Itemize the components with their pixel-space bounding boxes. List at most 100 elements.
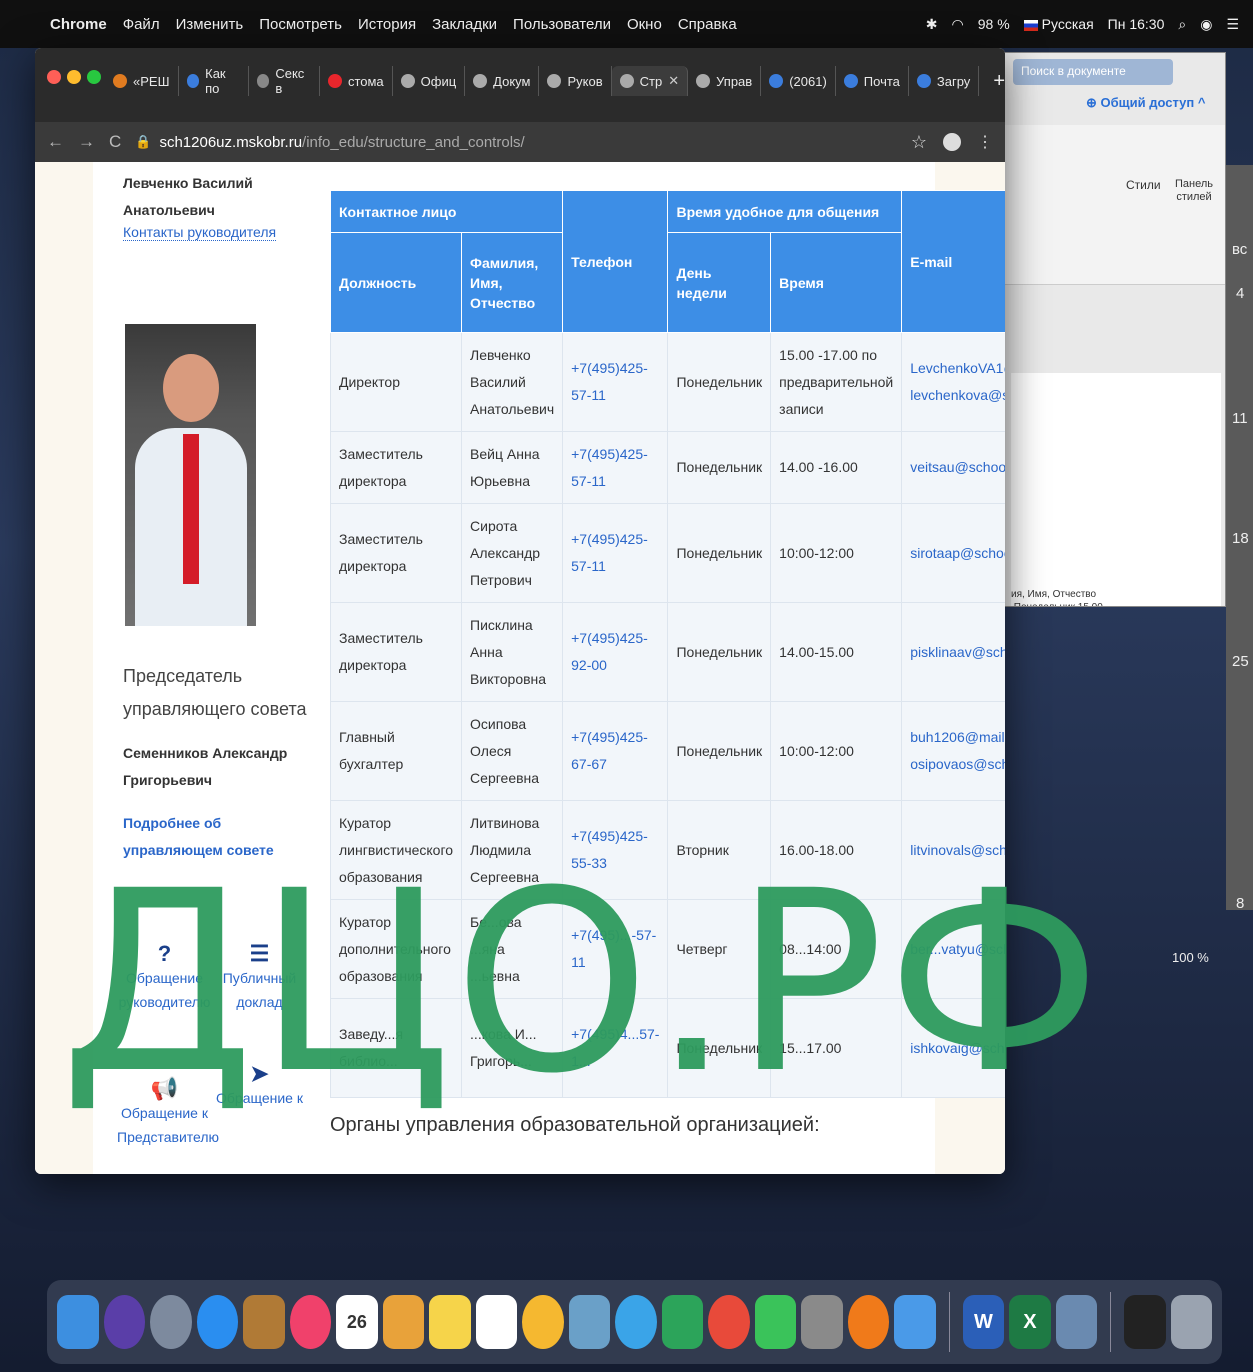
- messages-icon[interactable]: [615, 1295, 657, 1349]
- cell-email[interactable]: ber...vatyu@school1206...: [901, 899, 1005, 999]
- new-tab-button[interactable]: +: [993, 70, 1005, 93]
- table-row: Заведу...я библио... ...кова И... Григор…: [329, 998, 1005, 1098]
- trash-icon[interactable]: [1170, 1295, 1213, 1349]
- finder-icon[interactable]: [57, 1295, 99, 1349]
- forward-icon[interactable]: →: [78, 132, 95, 152]
- apple-icon[interactable]: [14, 14, 32, 34]
- cell-phone[interactable]: +7(495)425-92-00: [562, 602, 669, 702]
- quick-link-appeal-representative[interactable]: 📢 Обращение к Представителю: [117, 1077, 219, 1149]
- cell-phone[interactable]: +7(495)4...57-1...: [562, 998, 669, 1098]
- cell-email[interactable]: ishkovaig@school...: [901, 998, 1005, 1098]
- menu-item-bookmarks[interactable]: Закладки: [432, 16, 497, 33]
- tab[interactable]: Секс в: [249, 66, 320, 96]
- styles-panel-button[interactable]: Панель стилей: [1163, 178, 1225, 204]
- photos-icon[interactable]: [522, 1295, 564, 1349]
- tab[interactable]: Почта: [836, 66, 909, 96]
- facetime-icon[interactable]: [754, 1295, 797, 1349]
- menu-item-window[interactable]: Окно: [627, 16, 662, 33]
- numbers-icon[interactable]: [661, 1295, 704, 1349]
- minimize-window-button[interactable]: [67, 70, 81, 84]
- tab-label: Докум: [493, 73, 531, 89]
- table-row: Заместитель директора Писклина Анна Викт…: [329, 602, 1005, 702]
- tab[interactable]: Управ: [688, 66, 762, 96]
- url-field[interactable]: sch1206uz.mskobr.ru/info_edu/structure_a…: [159, 134, 524, 151]
- cell-phone[interactable]: +7(495)425-55-33: [562, 800, 669, 900]
- tab-favicon: [696, 74, 711, 88]
- document-icon: ☰: [249, 941, 270, 966]
- quick-link-appeal-director[interactable]: ? Обращение руководителю: [117, 942, 212, 1014]
- cell-email[interactable]: litvinovals@school1206.ru: [901, 800, 1005, 900]
- music-icon[interactable]: [289, 1295, 332, 1349]
- menu-item-view[interactable]: Посмотреть: [259, 16, 342, 33]
- siri-icon[interactable]: ◉: [1200, 16, 1212, 33]
- battery-level[interactable]: 98 %: [978, 16, 1010, 32]
- menu-item-file[interactable]: Файл: [123, 16, 160, 33]
- menu-item-history[interactable]: История: [358, 16, 416, 33]
- menu-item-chrome[interactable]: Chrome: [50, 16, 107, 33]
- chrome-menu-icon[interactable]: ⋮: [977, 132, 993, 152]
- word-page: [1011, 373, 1221, 606]
- menu-item-help[interactable]: Справка: [678, 16, 737, 33]
- tab[interactable]: Докум: [465, 66, 540, 96]
- downloads-stack-icon[interactable]: [1124, 1295, 1166, 1349]
- cell-phone[interactable]: +7(495)425-67-67: [562, 701, 669, 801]
- notification-center-icon[interactable]: ☰: [1226, 16, 1239, 33]
- council-details-link[interactable]: Подробнее об управляющем совете: [123, 810, 313, 864]
- reminders-icon[interactable]: [475, 1295, 518, 1349]
- lock-icon: 🔒: [135, 134, 152, 149]
- share-button[interactable]: ⊕ Общий доступ ^: [1086, 95, 1205, 111]
- menu-item-users[interactable]: Пользователи: [513, 16, 611, 33]
- contacts-icon[interactable]: [243, 1295, 285, 1349]
- siri-dock-icon[interactable]: [103, 1295, 146, 1349]
- tab[interactable]: Загру: [909, 66, 980, 96]
- reload-icon[interactable]: C: [109, 132, 121, 152]
- tab-active[interactable]: Стр ✕: [611, 66, 689, 96]
- excel-icon[interactable]: X: [1009, 1295, 1051, 1349]
- cell-email[interactable]: pisklinaav@school1206.ru: [901, 602, 1005, 702]
- tab-favicon: [186, 74, 200, 88]
- close-window-button[interactable]: [47, 70, 61, 84]
- maximize-window-button[interactable]: [87, 70, 101, 84]
- notes-app-icon[interactable]: [382, 1295, 425, 1349]
- word-search-input[interactable]: Поиск в документе: [1013, 59, 1173, 85]
- stickies-icon[interactable]: [429, 1295, 471, 1349]
- calendar-icon[interactable]: 26: [336, 1295, 378, 1349]
- quick-link-public-report[interactable]: ☰ Публичный доклад: [212, 942, 307, 1014]
- input-language[interactable]: Русская: [1023, 16, 1094, 32]
- wifi-icon[interactable]: ◠: [952, 16, 964, 33]
- tab[interactable]: (2061): [761, 66, 836, 96]
- director-contacts-link[interactable]: Контакты руководителя: [123, 224, 277, 241]
- cell-email[interactable]: sirotaap@school1206.ru: [901, 503, 1005, 603]
- menu-item-edit[interactable]: Изменить: [176, 16, 244, 33]
- tab[interactable]: Руков: [539, 66, 612, 96]
- bookmark-star-icon[interactable]: ☆: [911, 132, 927, 153]
- profile-avatar-icon[interactable]: [943, 133, 961, 151]
- launchpad-icon[interactable]: [150, 1295, 192, 1349]
- back-icon[interactable]: ←: [47, 132, 64, 152]
- calculator-icon[interactable]: [801, 1295, 843, 1349]
- cell-email[interactable]: buh1206@mail.ru osipovaos@school1206.ru: [901, 701, 1005, 801]
- cell-phone[interactable]: +7(495)425-57-11: [562, 431, 669, 504]
- cell-phone[interactable]: +7(495)...-57-11: [562, 899, 669, 999]
- image-capture-icon[interactable]: [1055, 1295, 1098, 1349]
- tab[interactable]: Как по: [179, 66, 249, 96]
- keynote-icon[interactable]: [894, 1295, 936, 1349]
- bluetooth-icon[interactable]: ✱: [926, 16, 938, 33]
- tab[interactable]: стома: [320, 66, 393, 96]
- books-icon[interactable]: [847, 1295, 890, 1349]
- preview-icon[interactable]: [568, 1295, 611, 1349]
- styles-button[interactable]: Стили: [1126, 178, 1161, 192]
- cell-phone[interactable]: +7(495)425-57-11: [562, 332, 669, 432]
- tab[interactable]: «РЕШ: [105, 66, 179, 96]
- chrome-dock-icon[interactable]: [708, 1295, 750, 1349]
- tab[interactable]: Офиц: [393, 66, 466, 96]
- clock[interactable]: Пн 16:30: [1108, 16, 1165, 32]
- quick-link-appeal-to[interactable]: ➤ Обращение к: [212, 1062, 307, 1110]
- spotlight-icon[interactable]: ⌕: [1178, 16, 1186, 33]
- cell-email[interactable]: veitsau@school1206.ru: [901, 431, 1005, 504]
- word-icon[interactable]: W: [962, 1295, 1005, 1349]
- cell-phone[interactable]: +7(495)425-57-11: [562, 503, 669, 603]
- safari-icon[interactable]: [196, 1295, 239, 1349]
- close-tab-icon[interactable]: ✕: [668, 73, 679, 89]
- cell-email[interactable]: LevchenkoVA1@edu.mos.ru levchenkova@scho…: [901, 332, 1005, 432]
